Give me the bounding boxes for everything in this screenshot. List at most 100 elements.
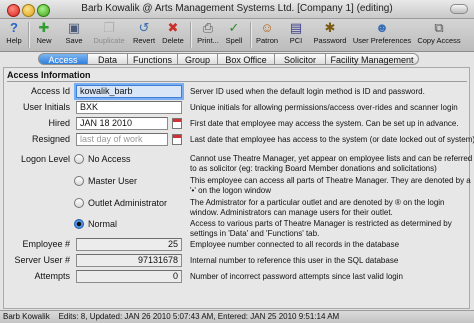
server-user-number-description: Internal number to reference this user i… (190, 256, 399, 265)
access-id-description: Server ID used when the default login me… (190, 87, 425, 96)
section-title: Access Information (7, 70, 91, 80)
duplicate-label: Duplicate (93, 36, 125, 45)
patron-label: Patron (255, 36, 279, 45)
radio-normal[interactable] (74, 219, 84, 229)
revert-label: Revert (132, 36, 156, 45)
revert-icon: ↺ (138, 20, 150, 35)
tab-box-office[interactable]: Box Office (218, 53, 275, 65)
new-button[interactable]: ✚ New (33, 20, 55, 50)
master-user-description-line-1: This employee can access all parts of Th… (190, 176, 471, 185)
status-bar: Barb Kowalik Edits: 8, Updated: JAN 26 2… (0, 310, 474, 323)
no-access-description-line-1: Cannot use Theatre Manager, yet appear o… (190, 154, 473, 163)
tab-facility-management[interactable]: Facility Management (326, 53, 419, 65)
password-label: Password (313, 36, 347, 45)
delete-label: Delete (162, 36, 184, 45)
no-access-description-line-2: to as solicitor (eg: tracking Board Memb… (190, 164, 437, 173)
pci-button[interactable]: ▤ PCI (286, 20, 306, 50)
hired-description: First date that employee may access the … (190, 119, 459, 128)
new-label: New (36, 36, 52, 45)
attempts-description: Number of incorrect password attempts si… (190, 272, 403, 281)
new-icon: ✚ (38, 20, 50, 35)
delete-button[interactable]: ✖ Delete (160, 20, 186, 50)
radio-outlet-administrator[interactable] (74, 198, 84, 208)
copy-access-icon: ⧉ (434, 20, 444, 35)
tab-data[interactable]: Data (88, 53, 128, 65)
tab-bar: Access Data Functions Group Box Office S… (0, 52, 474, 66)
section-divider (7, 81, 467, 82)
access-panel: Access Information Access Id kowalik_bar… (3, 67, 474, 309)
logon-level-label: Logon Level (20, 154, 70, 164)
spell-label: Spell (225, 36, 243, 45)
access-id-label: Access Id (30, 86, 70, 96)
duplicate-button[interactable]: ❐ Duplicate (90, 20, 128, 50)
window-title: Barb Kowalik @ Arts Management Systems L… (81, 3, 393, 14)
main-window: Barb Kowalik @ Arts Management Systems L… (0, 0, 474, 323)
delete-icon: ✖ (167, 20, 179, 35)
no-access-label[interactable]: No Access (88, 154, 131, 164)
print-button[interactable]: ⎙ Print... (194, 20, 222, 50)
help-icon: ? (10, 20, 18, 35)
save-icon: ▣ (67, 20, 81, 35)
server-user-number-label: Server User # (14, 255, 70, 265)
print-label: Print... (197, 36, 219, 45)
save-button[interactable]: ▣ Save (61, 20, 87, 50)
patron-button[interactable]: ☺ Patron (254, 20, 280, 50)
resigned-date-field[interactable]: last day of work (76, 133, 168, 146)
hired-calendar-icon[interactable] (172, 118, 182, 129)
help-label: Help (6, 36, 22, 45)
save-label: Save (65, 36, 83, 45)
copy-access-button[interactable]: ⧉ Copy Access (416, 20, 462, 50)
attempts-label: Attempts (34, 271, 70, 281)
pci-label: PCI (289, 36, 303, 45)
password-icon: ✱ (324, 20, 336, 35)
master-user-description-line-2: '•' on the logon window (190, 186, 272, 195)
normal-label[interactable]: Normal (88, 219, 117, 229)
resigned-label: Resigned (31, 134, 70, 144)
access-id-field[interactable]: kowalik_barb (76, 85, 182, 98)
employee-number-description: Employee number connected to all records… (190, 240, 400, 249)
server-user-number-field: 97131678 (76, 254, 182, 267)
toolbar-separator (28, 22, 30, 48)
pci-icon: ▤ (289, 20, 303, 35)
user-initials-description: Unique initials for allowing permissions… (190, 103, 458, 112)
tab-solicitor[interactable]: Solicitor (275, 53, 326, 65)
tab-functions[interactable]: Functions (128, 53, 178, 65)
user-initials-label: User Initials (22, 102, 70, 112)
revert-button[interactable]: ↺ Revert (130, 20, 158, 50)
user-preferences-icon: ☻ (375, 20, 389, 35)
spell-icon: ✓ (228, 20, 240, 35)
status-text: Barb Kowalik Edits: 8, Updated: JAN 26 2… (3, 312, 340, 321)
outlet-administrator-description-line-2: window. Administrators can manage users … (190, 208, 393, 217)
user-preferences-button[interactable]: ☻ User Preferences (352, 20, 412, 50)
duplicate-icon: ❐ (103, 20, 115, 35)
toolbar-separator (190, 22, 192, 48)
spell-button[interactable]: ✓ Spell (223, 20, 245, 50)
toolbar-separator (250, 22, 252, 48)
copy-access-label: Copy Access (417, 36, 461, 45)
attempts-field: 0 (76, 270, 182, 283)
employee-number-field: 25 (76, 238, 182, 251)
patron-icon: ☺ (260, 20, 274, 35)
radio-master-user[interactable] (74, 176, 84, 186)
tab-group[interactable]: Group (178, 53, 218, 65)
print-icon: ⎙ (202, 20, 214, 35)
user-initials-field[interactable]: BXK (76, 101, 182, 114)
normal-description-line-1: Access to various parts of Theatre Manag… (190, 219, 452, 228)
hired-date-field[interactable]: JAN 18 2010 (76, 117, 168, 130)
password-button[interactable]: ✱ Password (312, 20, 348, 50)
outlet-administrator-description-line-1: The Admistrator for a particular outlet … (190, 198, 445, 207)
hired-label: Hired (48, 118, 70, 128)
toolbar-toggle-button[interactable] (450, 4, 468, 14)
outlet-administrator-label[interactable]: Outlet Administrator (88, 198, 167, 208)
title-bar[interactable]: Barb Kowalik @ Arts Management Systems L… (0, 0, 474, 19)
resigned-calendar-icon[interactable] (172, 134, 182, 145)
radio-no-access[interactable] (74, 154, 84, 164)
resigned-description: Last date that employee has access to th… (190, 135, 474, 144)
employee-number-label: Employee # (22, 239, 70, 249)
master-user-label[interactable]: Master User (88, 176, 137, 186)
help-button[interactable]: ? Help (2, 20, 26, 50)
tab-access[interactable]: Access (38, 53, 88, 65)
toolbar: ? Help ✚ New ▣ Save ❐ Duplicate ↺ Revert… (0, 19, 474, 52)
normal-description-line-2: settings in 'Data' and 'Functions' tab. (190, 229, 320, 238)
user-preferences-label: User Preferences (352, 36, 412, 45)
